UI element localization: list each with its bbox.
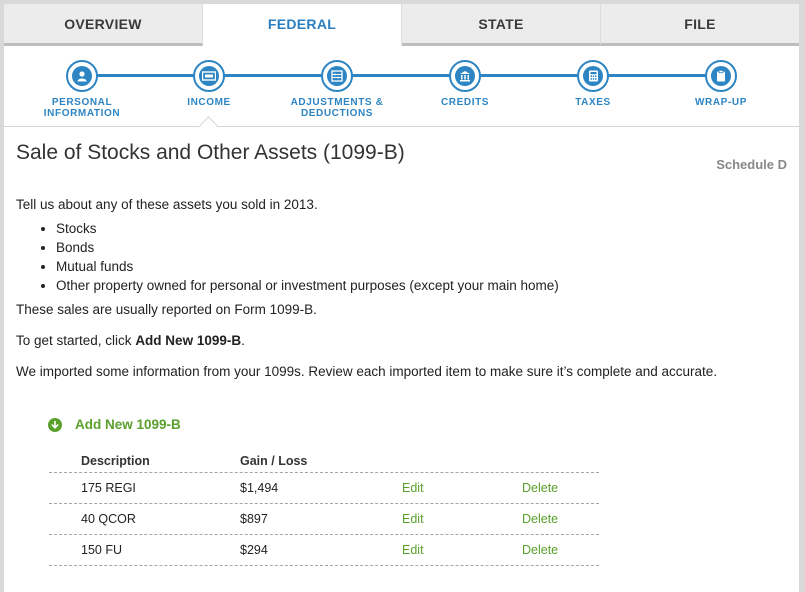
step-income[interactable]: INCOME	[149, 60, 269, 108]
list-item: Other property owned for personal or inv…	[56, 276, 559, 295]
tab-overview[interactable]: OVERVIEW	[4, 4, 203, 46]
step-wrap-up[interactable]: WRAP-UP	[661, 60, 781, 108]
delete-link[interactable]: Delete	[522, 543, 599, 557]
get-started-bold: Add New 1099-B	[135, 333, 242, 348]
step-credits[interactable]: CREDITS	[405, 60, 525, 108]
asset-list: Stocks Bonds Mutual funds Other property…	[16, 219, 559, 295]
person-icon	[72, 66, 92, 86]
tab-file[interactable]: FILE	[601, 4, 799, 46]
edit-link[interactable]: Edit	[402, 481, 522, 495]
step-label: CREDITS	[440, 97, 490, 108]
delete-link[interactable]: Delete	[522, 512, 599, 526]
bank-icon	[455, 66, 475, 86]
abacus-icon	[327, 66, 347, 86]
reported-text: These sales are usually reported on Form…	[16, 302, 317, 317]
list-item: Stocks	[56, 219, 559, 238]
page-header: Sale of Stocks and Other Assets (1099-B)	[16, 141, 796, 165]
list-item: Bonds	[56, 238, 559, 257]
imported-text: We imported some information from your 1…	[16, 364, 718, 379]
row-description: 150 FU	[81, 543, 122, 557]
step-adjustments-deductions[interactable]: ADJUSTMENTS & DEDUCTIONS	[277, 60, 397, 119]
tab-state[interactable]: STATE	[402, 4, 601, 46]
main-tabs: OVERVIEW FEDERAL STATE FILE	[4, 4, 799, 46]
row-gain-loss: $1,494	[240, 481, 279, 495]
step-personal-information[interactable]: PERSONAL INFORMATION	[22, 60, 142, 119]
delete-link[interactable]: Delete	[522, 481, 599, 495]
clipboard-icon	[711, 66, 731, 86]
table-row: 175 REGI $1,494 Edit Delete	[49, 473, 599, 504]
edit-link[interactable]: Edit	[402, 543, 522, 557]
header-description: Description	[81, 454, 150, 468]
get-started-text: To get started, click Add New 1099-B.	[16, 333, 245, 348]
schedule-label: Schedule D	[716, 157, 787, 172]
list-item: Mutual funds	[56, 257, 559, 276]
step-taxes[interactable]: TAXES	[533, 60, 653, 108]
step-label: ADJUSTMENTS & DEDUCTIONS	[290, 97, 384, 119]
table-row: 40 QCOR $897 Edit Delete	[49, 504, 599, 535]
step-label: INCOME	[187, 97, 231, 108]
step-label: WRAP-UP	[695, 97, 747, 108]
add-button-label: Add New 1099-B	[75, 417, 181, 432]
row-gain-loss: $294	[240, 543, 268, 557]
calculator-icon	[583, 66, 603, 86]
row-description: 175 REGI	[81, 481, 136, 495]
tab-federal[interactable]: FEDERAL	[203, 4, 402, 46]
step-label: TAXES	[575, 97, 611, 108]
assets-table: Description Gain / Loss 175 REGI $1,494 …	[49, 450, 599, 566]
add-new-1099b-button[interactable]: Add New 1099-B	[48, 417, 181, 432]
main-panel: PERSONAL INFORMATION INCOME ADJUSTMENTS …	[4, 46, 799, 592]
money-icon	[199, 66, 219, 86]
intro-text: Tell us about any of these assets you so…	[16, 197, 318, 212]
table-header: Description Gain / Loss	[49, 450, 599, 473]
edit-link[interactable]: Edit	[402, 512, 522, 526]
row-gain-loss: $897	[240, 512, 268, 526]
add-arrow-icon	[48, 417, 62, 432]
header-gain-loss: Gain / Loss	[240, 454, 308, 468]
step-label: PERSONAL INFORMATION	[43, 97, 121, 119]
table-row: 150 FU $294 Edit Delete	[49, 535, 599, 566]
page-title: Sale of Stocks and Other Assets (1099-B)	[16, 141, 405, 164]
row-description: 40 QCOR	[81, 512, 136, 526]
progress-steps: PERSONAL INFORMATION INCOME ADJUSTMENTS …	[4, 46, 799, 127]
